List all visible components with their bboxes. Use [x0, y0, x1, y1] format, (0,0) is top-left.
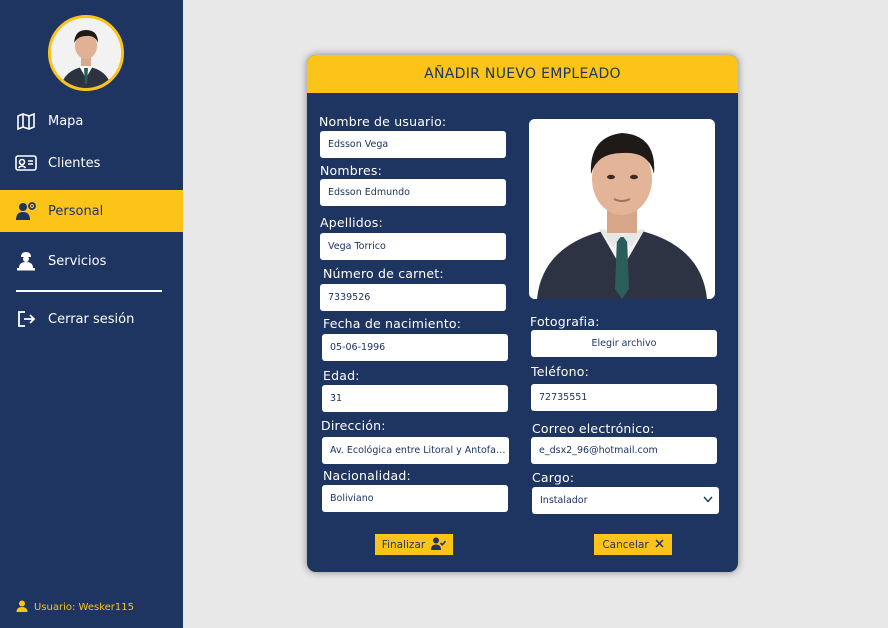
sidebar-item-mapa[interactable]: Mapa [0, 100, 183, 142]
nationality-value: Boliviano [330, 493, 374, 504]
users-gear-icon [15, 200, 37, 222]
address-label: Dirección: [321, 418, 386, 433]
phone-label: Teléfono: [531, 364, 589, 379]
logout-button[interactable]: Cerrar sesión [0, 298, 183, 340]
names-label: Nombres: [320, 163, 382, 178]
profile-avatar [48, 15, 124, 91]
sidebar-item-label: Mapa [48, 113, 84, 129]
choose-file-button[interactable]: Elegir archivo [531, 330, 717, 357]
surnames-input[interactable]: Vega Torrico [320, 233, 506, 260]
role-value: Instalador [540, 495, 588, 506]
names-value: Edsson Edmundo [328, 187, 410, 198]
surnames-label: Apellidos: [320, 215, 383, 230]
employee-photo [529, 119, 715, 299]
birth-date-input[interactable]: 05-06-1996 [322, 334, 508, 361]
carnet-label: Número de carnet: [323, 266, 444, 281]
choose-file-label: Elegir archivo [591, 338, 657, 349]
sidebar-item-personal[interactable]: Personal [0, 190, 183, 232]
logout-icon [15, 308, 37, 330]
username-label: Nombre de usuario: [319, 114, 447, 129]
nationality-label: Nacionalidad: [323, 468, 411, 483]
user-check-icon [431, 537, 447, 553]
surnames-value: Vega Torrico [328, 241, 386, 252]
sidebar-item-label: Personal [48, 203, 104, 219]
add-employee-form: AÑADIR NUEVO EMPLEADO Nombre de usuario:… [307, 55, 738, 572]
photo-label: Fotografia: [530, 314, 600, 329]
birth-date-label: Fecha de nacimiento: [323, 316, 462, 331]
phone-value: 72735551 [539, 392, 588, 403]
carnet-input[interactable]: 7339526 [320, 284, 506, 311]
sidebar: Mapa Clientes Personal Servicios Cerrar … [0, 0, 183, 628]
sidebar-item-label: Servicios [48, 253, 107, 269]
finish-label: Finalizar [381, 538, 426, 551]
phone-input[interactable]: 72735551 [531, 384, 717, 411]
sidebar-item-servicios[interactable]: Servicios [0, 240, 183, 282]
sidebar-divider [16, 290, 162, 292]
sidebar-item-label: Clientes [48, 155, 101, 171]
age-label: Edad: [323, 368, 360, 383]
close-icon [655, 538, 664, 551]
names-input[interactable]: Edsson Edmundo [320, 179, 506, 206]
chevron-down-icon [703, 495, 713, 506]
birth-date-value: 05-06-1996 [330, 342, 386, 353]
address-input[interactable]: Av. Ecológica entre Litoral y Antofagast… [322, 437, 509, 464]
username-value: Edsson Vega [328, 139, 389, 150]
email-input[interactable]: e_dsx2_96@hotmail.com [531, 437, 717, 464]
address-value: Av. Ecológica entre Litoral y Antofagast… [330, 445, 509, 456]
user-icon [16, 600, 28, 615]
cancel-label: Cancelar [602, 538, 649, 551]
finish-button[interactable]: Finalizar [375, 534, 453, 555]
current-user: Usuario: Wesker115 [16, 600, 134, 615]
logout-label: Cerrar sesión [48, 311, 135, 327]
id-card-icon [15, 152, 37, 174]
age-value: 31 [330, 393, 343, 404]
role-label: Cargo: [532, 470, 575, 485]
map-icon [15, 110, 37, 132]
worker-icon [15, 250, 37, 272]
role-select[interactable]: Instalador [532, 487, 719, 514]
sidebar-item-clientes[interactable]: Clientes [0, 142, 183, 184]
age-input[interactable]: 31 [322, 385, 508, 412]
user-label: Usuario: Wesker115 [34, 602, 134, 613]
cancel-button[interactable]: Cancelar [594, 534, 672, 555]
nationality-input[interactable]: Boliviano [322, 485, 508, 512]
username-input[interactable]: Edsson Vega [320, 131, 506, 158]
form-title: AÑADIR NUEVO EMPLEADO [307, 55, 738, 93]
carnet-value: 7339526 [328, 292, 371, 303]
email-value: e_dsx2_96@hotmail.com [539, 445, 658, 456]
email-label: Correo electrónico: [532, 421, 655, 436]
